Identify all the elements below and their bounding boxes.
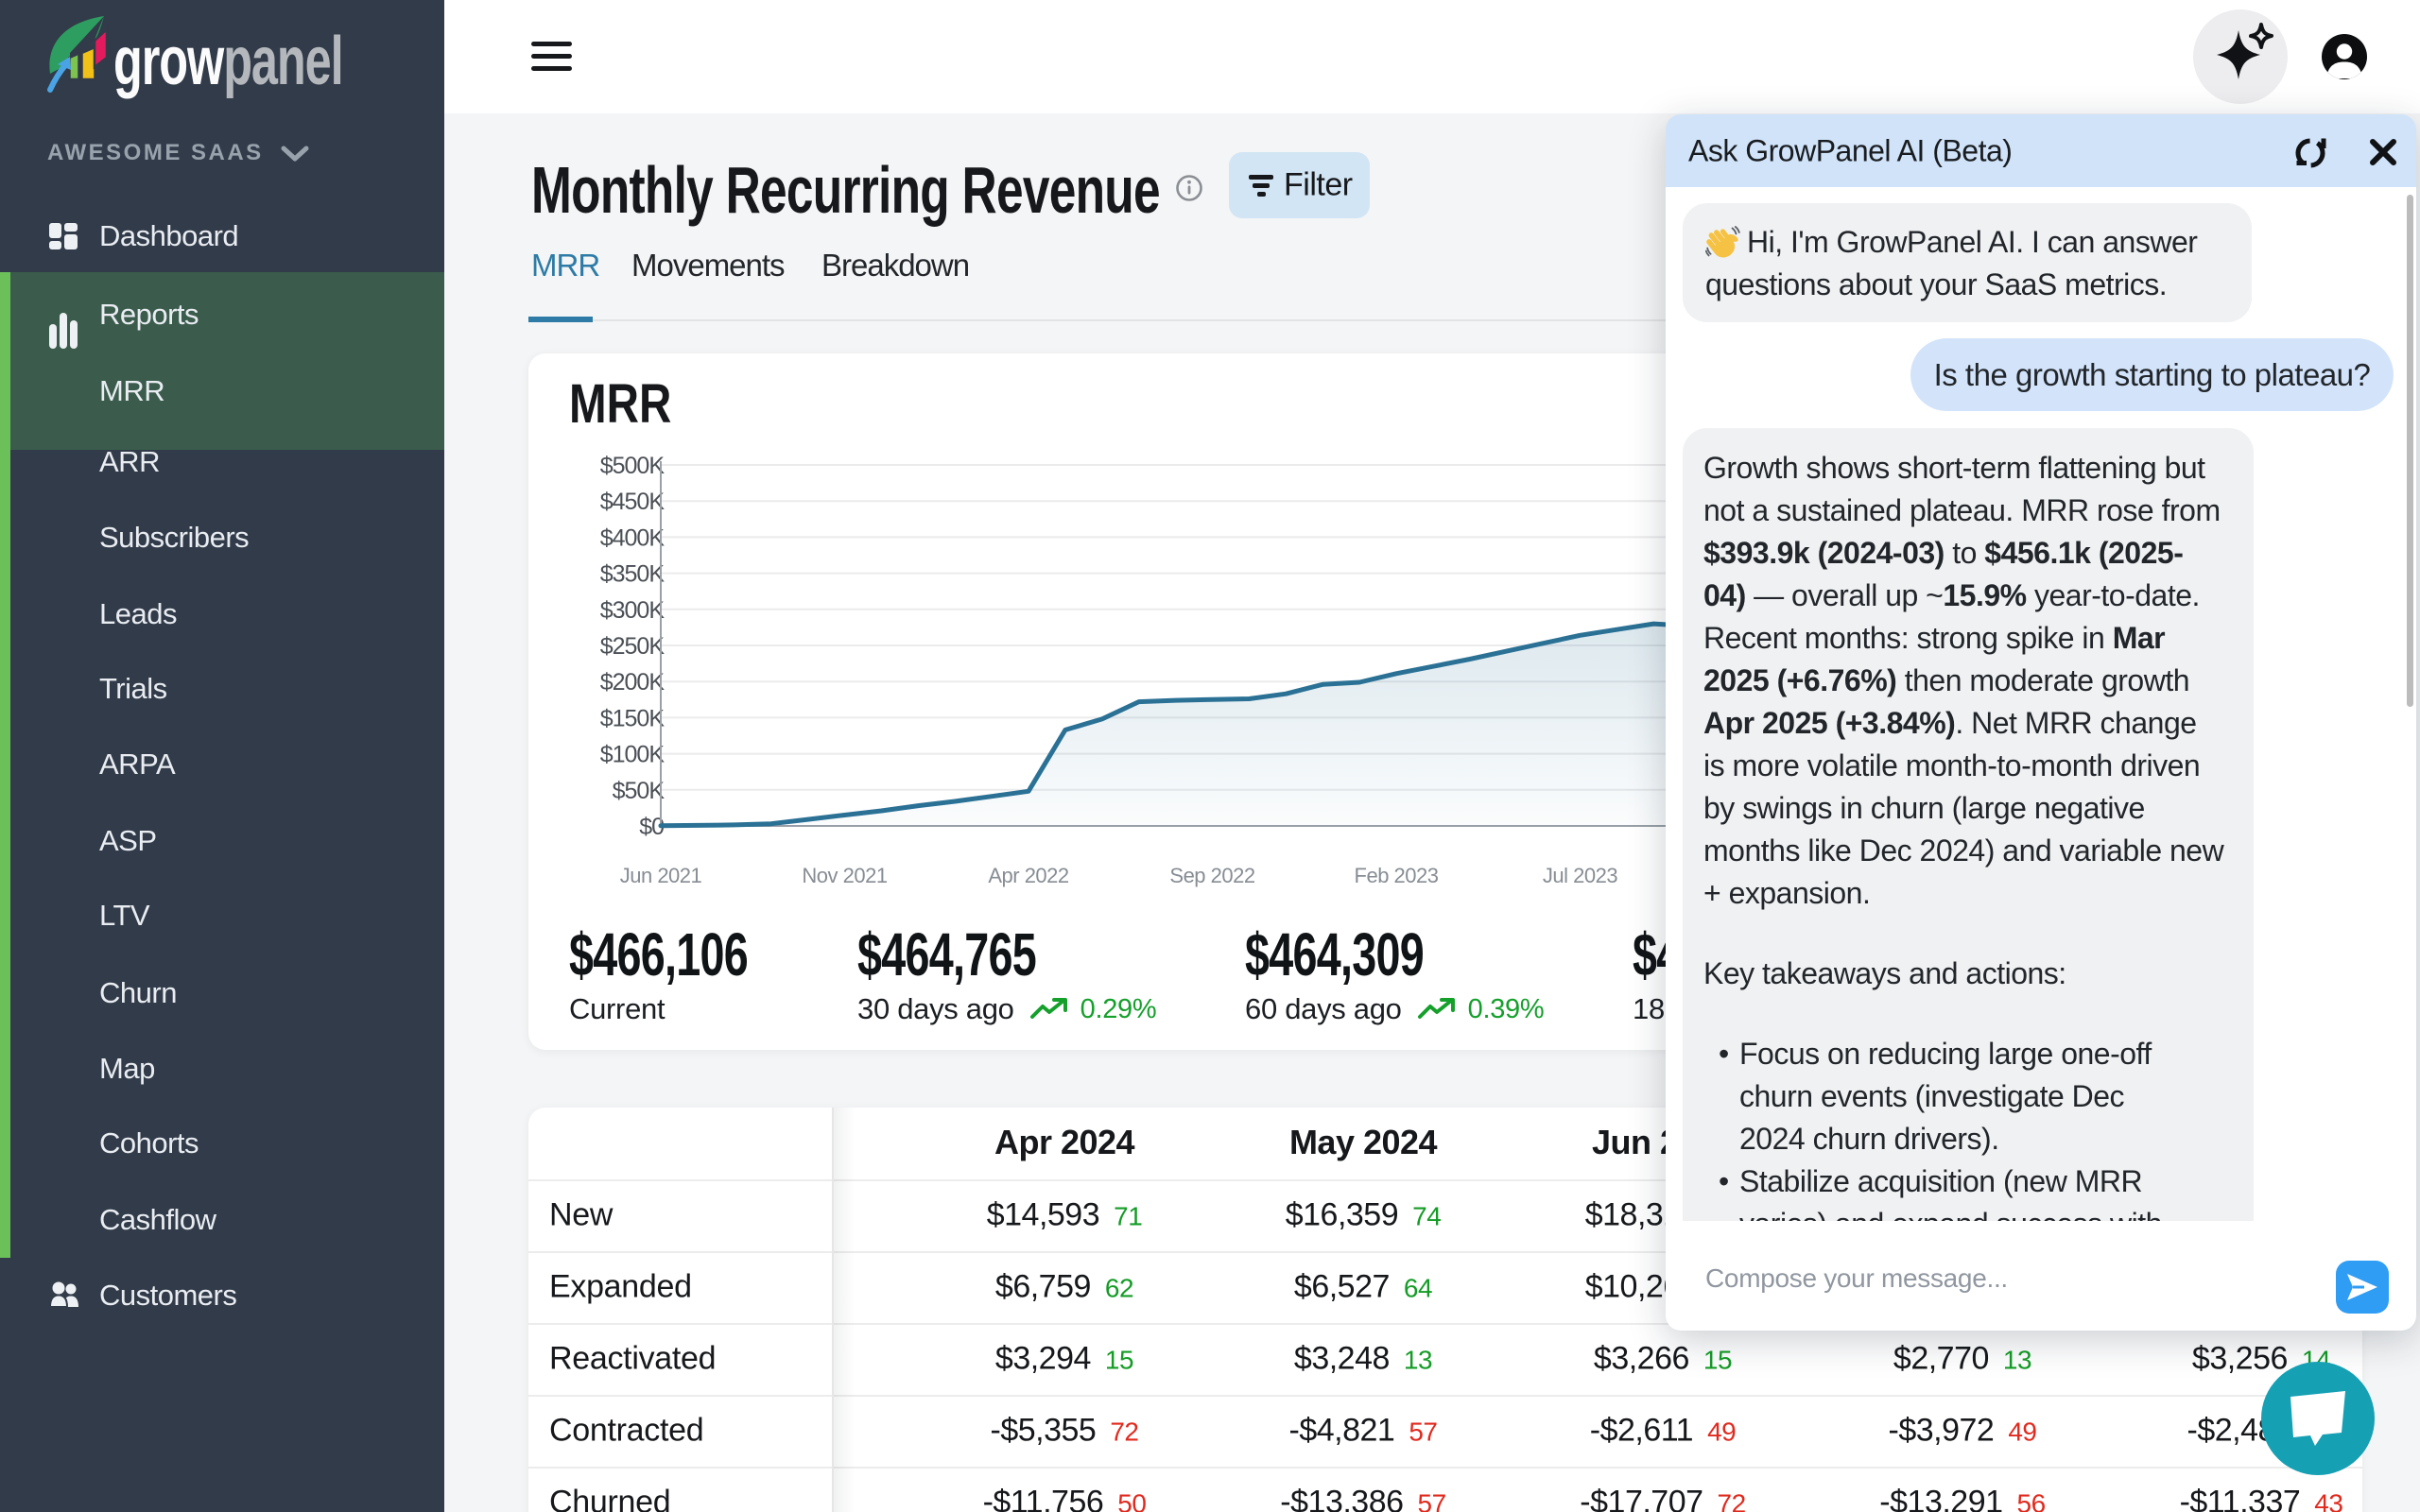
svg-text:$350K: $350K	[600, 561, 666, 588]
svg-text:Apr 2022: Apr 2022	[988, 864, 1069, 887]
svg-text:Sep 2022: Sep 2022	[1169, 864, 1254, 887]
svg-text:$100K: $100K	[600, 742, 666, 768]
svg-text:Nov 2021: Nov 2021	[802, 864, 887, 887]
svg-text:$50K: $50K	[613, 778, 666, 804]
svg-text:Feb 2023: Feb 2023	[1355, 864, 1439, 887]
svg-text:$400K: $400K	[600, 524, 666, 551]
svg-text:Jun 2021: Jun 2021	[620, 864, 702, 887]
svg-text:$250K: $250K	[600, 633, 666, 660]
svg-text:$450K: $450K	[600, 489, 666, 515]
svg-text:$150K: $150K	[600, 705, 666, 731]
svg-text:Jul 2023: Jul 2023	[1543, 864, 1617, 887]
svg-text:$200K: $200K	[600, 669, 666, 696]
svg-text:$500K: $500K	[600, 453, 666, 479]
svg-text:$300K: $300K	[600, 597, 666, 624]
